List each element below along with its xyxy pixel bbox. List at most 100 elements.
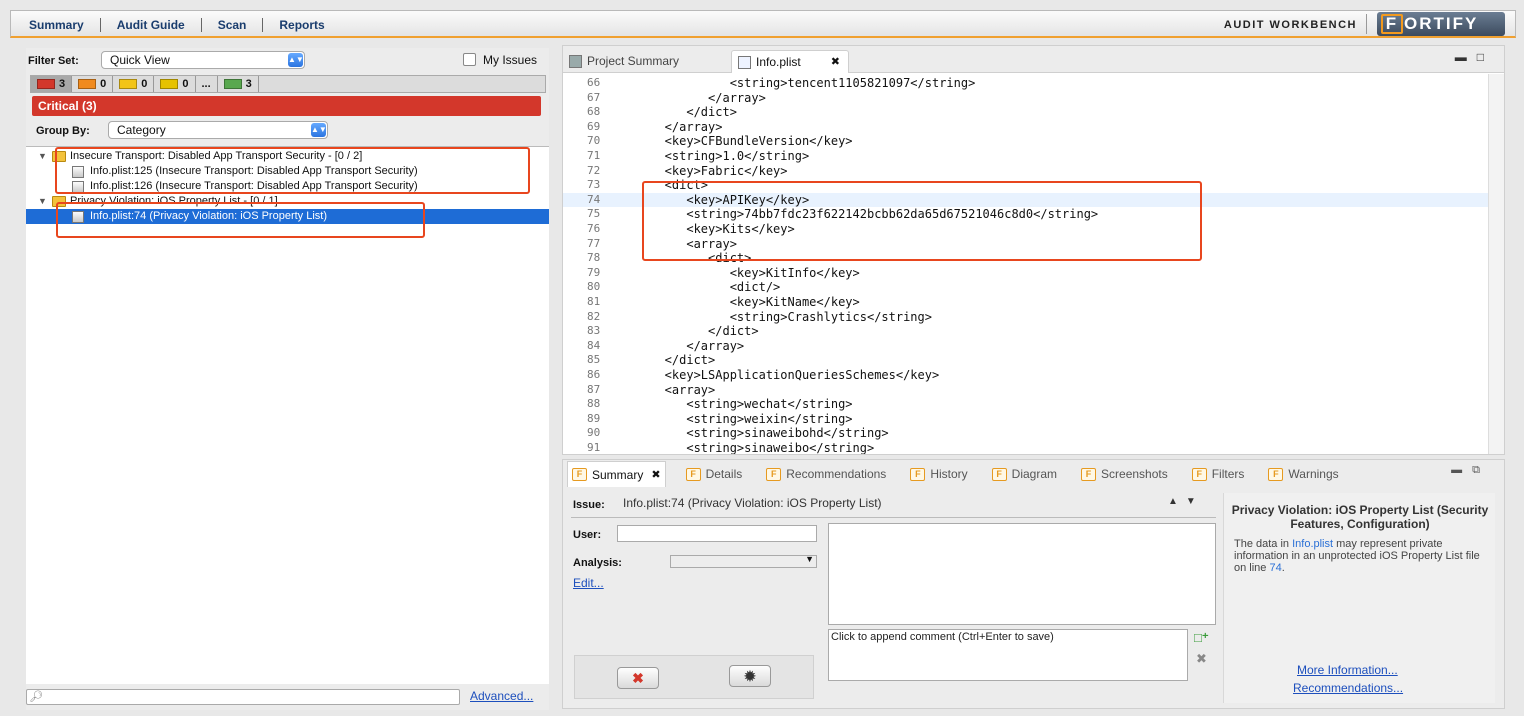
code-line[interactable]: 90 <string>sinaweibohd</string> — [563, 426, 1488, 441]
suppress-button[interactable]: ✖ — [617, 667, 659, 689]
user-label: User: — [573, 529, 602, 541]
count-all[interactable]: 3 — [218, 76, 259, 92]
expand-arrow-icon[interactable]: ▼ — [38, 194, 48, 209]
line-number: 71 — [587, 149, 601, 162]
critical-swatch — [37, 79, 55, 89]
line-number: 76 — [587, 222, 601, 235]
count-low[interactable]: 0 — [154, 76, 196, 92]
tab-warnings[interactable]: F Warnings — [1264, 461, 1342, 487]
code-area[interactable]: 66 <string>tencent1105821097</string> 67 … — [563, 76, 1504, 454]
file-link[interactable]: Info.plist — [1292, 538, 1333, 550]
source-editor: Project Summary Info.plist ✖ ▬□ 66 <stri… — [562, 45, 1505, 455]
line-number: 67 — [587, 90, 601, 104]
window-controls: ▬□ — [1455, 50, 1494, 64]
tab-details[interactable]: F Details — [682, 461, 747, 487]
dropdown-arrow-icon: ▲▼ — [311, 123, 327, 137]
critical-header[interactable]: Critical (3) — [32, 96, 541, 116]
code-line[interactable]: 81 <key>KitName</key> — [563, 295, 1488, 310]
code-line[interactable]: 79 <key>KitInfo</key> — [563, 266, 1488, 281]
code-line[interactable]: 84 </array> — [563, 339, 1488, 354]
code-text: </dict> — [643, 105, 737, 120]
comment-input[interactable]: Click to append comment (Ctrl+Enter to s… — [828, 629, 1188, 681]
tab-reports[interactable]: Reports — [279, 18, 324, 32]
code-line[interactable]: 71 <string>1.0</string> — [563, 149, 1488, 164]
code-text: <string>tencent1105821097</string> — [643, 76, 976, 90]
line-link[interactable]: 74 — [1269, 562, 1281, 574]
line-number: 88 — [587, 397, 601, 411]
tab-recommendations[interactable]: F Recommendations — [762, 461, 890, 487]
code-line[interactable]: 87 <array> — [563, 383, 1488, 398]
tree-search-input[interactable]: 🔎︎ — [26, 689, 460, 705]
count-more[interactable]: ... — [196, 76, 218, 92]
tab-summary-detail[interactable]: F Summary ✖ — [567, 461, 666, 487]
code-line[interactable]: 86 <key>LSApplicationQueriesSchemes</key… — [563, 368, 1488, 383]
search-icon: 🔎︎ — [29, 691, 43, 703]
code-line[interactable]: 89 <string>weixin</string> — [563, 412, 1488, 427]
count-medium[interactable]: 0 — [113, 76, 155, 92]
code-line[interactable]: 91 <string>sinaweibo</string> — [563, 441, 1488, 454]
code-line[interactable]: 85 </dict> — [563, 353, 1488, 368]
tab-audit-guide[interactable]: Audit Guide — [117, 18, 185, 32]
advanced-link[interactable]: Advanced... — [470, 689, 533, 703]
low-swatch — [160, 79, 179, 89]
line-number: 83 — [587, 324, 601, 338]
file-bug-button[interactable]: ✹ — [729, 665, 771, 687]
recommendations-link[interactable]: Recommendations... — [1293, 681, 1403, 695]
close-icon[interactable]: ✖ — [831, 51, 840, 73]
code-text: <key>KitName</key> — [643, 295, 860, 309]
window-controls: ▬⧉ — [1451, 464, 1490, 477]
code-text: <string>Crashlytics</string> — [643, 309, 932, 324]
add-comment-icon[interactable]: □⁺ — [1194, 630, 1209, 646]
minimize-icon[interactable]: ▬ — [1455, 50, 1477, 64]
code-text: <key>Fabric</key> — [643, 163, 788, 178]
tab-summary[interactable]: Summary — [29, 18, 84, 32]
line-number: 69 — [587, 119, 601, 133]
group-by-dropdown[interactable]: Category ▲▼ — [108, 121, 328, 139]
tab-scan[interactable]: Scan — [218, 18, 247, 32]
expand-arrow-icon[interactable]: ▼ — [38, 149, 48, 164]
high-swatch — [78, 79, 97, 89]
line-number: 86 — [587, 368, 601, 381]
restore-icon[interactable]: ⧉ — [1472, 464, 1490, 476]
severity-counts: 3 0 0 0 ... 3 — [30, 75, 546, 93]
filter-set-dropdown[interactable]: Quick View ▲▼ — [101, 51, 305, 69]
code-line[interactable]: 69 </array> — [563, 120, 1488, 135]
tab-screenshots[interactable]: F Screenshots — [1077, 461, 1172, 487]
close-icon[interactable]: ✖ — [651, 468, 660, 481]
my-issues-checkbox[interactable] — [463, 53, 476, 66]
tab-project-summary[interactable]: Project Summary — [563, 50, 723, 73]
tab-diagram[interactable]: F Diagram — [988, 461, 1061, 487]
code-line[interactable]: 70 <key>CFBundleVersion</key> — [563, 134, 1488, 149]
separator — [99, 18, 101, 32]
fortify-icon: F — [572, 468, 587, 481]
comments-area — [828, 523, 1216, 625]
separator — [262, 18, 264, 32]
user-input[interactable] — [617, 525, 817, 542]
prev-issue-icon[interactable]: ▲ — [1168, 496, 1186, 507]
count-critical[interactable]: 3 — [31, 76, 73, 92]
fortify-icon: F — [991, 467, 1007, 481]
tab-history[interactable]: F History — [906, 461, 971, 487]
line-number: 79 — [587, 265, 601, 279]
code-line[interactable]: 88 <string>wechat</string> — [563, 397, 1488, 412]
delete-comment-icon[interactable]: ✖ — [1196, 651, 1207, 667]
code-line[interactable]: 82 <string>Crashlytics</string> — [563, 310, 1488, 325]
code-text: <array> — [643, 382, 716, 397]
minimize-icon[interactable]: ▬ — [1451, 464, 1472, 476]
more-information-link[interactable]: More Information... — [1297, 663, 1398, 677]
edit-link[interactable]: Edit... — [573, 576, 604, 590]
code-line[interactable]: 66 <string>tencent1105821097</string> — [563, 76, 1488, 91]
maximize-icon[interactable]: □ — [1477, 50, 1494, 64]
vertical-scrollbar[interactable] — [1488, 74, 1504, 454]
code-line[interactable]: 72 <key>Fabric</key> — [563, 164, 1488, 179]
analysis-dropdown[interactable]: ▼ — [670, 554, 817, 568]
code-line[interactable]: 83 </dict> — [563, 324, 1488, 339]
tab-filters[interactable]: F Filters — [1188, 461, 1249, 487]
tab-info-plist[interactable]: Info.plist ✖ — [731, 50, 849, 73]
next-issue-icon[interactable]: ▼ — [1186, 496, 1204, 507]
code-line[interactable]: 68 </dict> — [563, 105, 1488, 120]
count-high[interactable]: 0 — [72, 76, 114, 92]
code-line[interactable]: 80 <dict/> — [563, 280, 1488, 295]
code-line[interactable]: 67 </array> — [563, 91, 1488, 106]
editor-tabs: Project Summary Info.plist ✖ ▬□ — [563, 46, 1504, 73]
